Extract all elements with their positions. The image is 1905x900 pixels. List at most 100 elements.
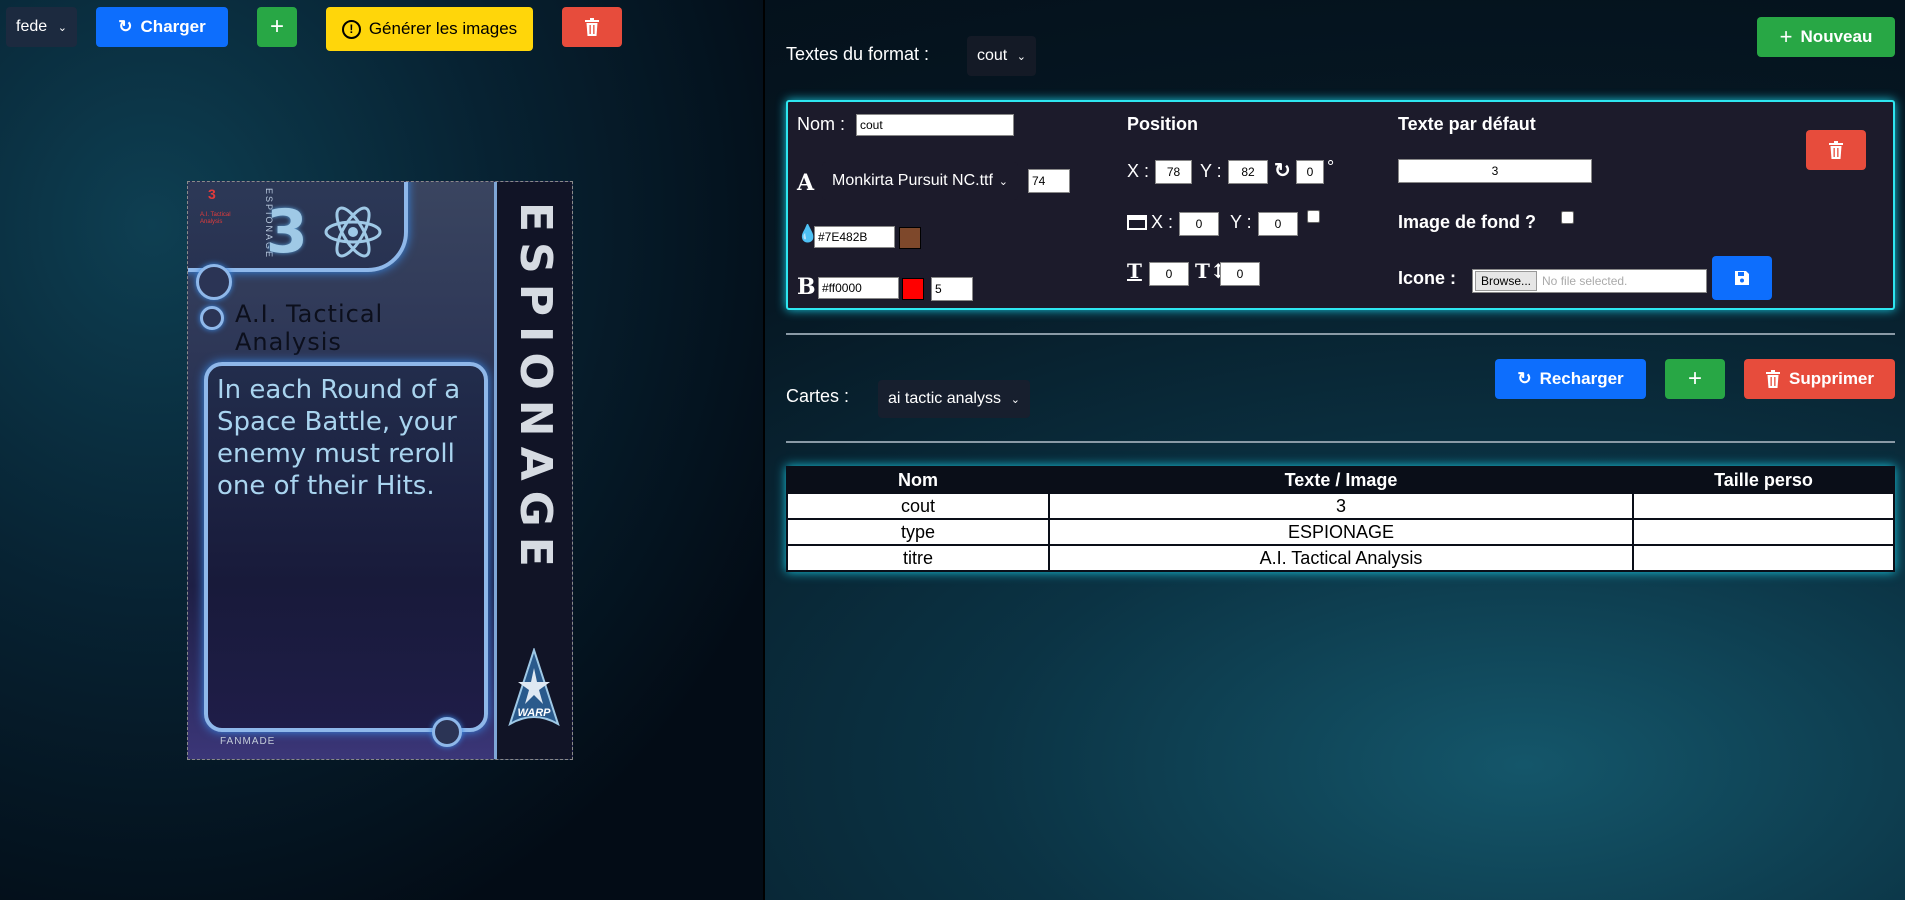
new-button[interactable]: + Nouveau — [1757, 17, 1895, 57]
name-input[interactable]: cout — [856, 114, 1014, 136]
table-cell-size[interactable] — [1632, 544, 1895, 572]
trash-icon — [1765, 370, 1780, 388]
box-checkbox[interactable] — [1307, 210, 1320, 223]
chevron-down-icon: ⌄ — [998, 175, 1008, 188]
box-x-label: X : — [1151, 212, 1174, 232]
add-button[interactable]: + — [257, 7, 297, 47]
bg-image-label: Image de fond ? — [1398, 212, 1537, 232]
table-cell-size[interactable] — [1632, 518, 1895, 546]
card-text: In each Round of a Space Battle, your en… — [217, 375, 461, 501]
font-size-input[interactable]: 74 — [1028, 169, 1070, 193]
border-icon: B — [797, 274, 816, 300]
format-select[interactable]: cout ⌄ — [967, 36, 1036, 76]
column-header-size: Taille perso — [1632, 466, 1895, 494]
warning-circle-icon: ! — [341, 19, 361, 39]
border-color-input[interactable]: #ff0000 — [818, 277, 899, 299]
plus-icon: + — [269, 13, 284, 40]
card-text-box: In each Round of a Space Battle, your en… — [204, 362, 488, 732]
font-select[interactable]: Monkirta Pursuit NC.ttf ⌄ — [822, 162, 1018, 200]
panel-divider — [763, 0, 765, 900]
load-label: Charger — [140, 17, 206, 36]
set-select[interactable]: fede ⌄ — [6, 7, 77, 47]
delete-text-button[interactable] — [1806, 130, 1866, 170]
card-preview: 3 A.I. Tactical Analysis ESPIONAGE 3 A.I… — [187, 181, 573, 760]
icon-label: Icone : — [1398, 268, 1457, 288]
box-icon — [1127, 215, 1147, 230]
card-ornament-circle — [196, 264, 232, 300]
chevron-down-icon: ⌄ — [57, 21, 67, 34]
default-text-input[interactable]: 3 — [1398, 159, 1592, 183]
format-select-value: cout — [977, 47, 1008, 64]
name-label: Nom : — [797, 114, 846, 134]
column-header-text: Texte / Image — [1048, 466, 1634, 494]
reload-label: Recharger — [1539, 369, 1624, 388]
section-divider — [786, 333, 1895, 335]
icon-file-input[interactable]: Browse... No file selected. — [1472, 269, 1707, 293]
delete-card-label: Supprimer — [1788, 369, 1875, 388]
bg-image-checkbox[interactable] — [1561, 211, 1574, 224]
reload-button[interactable]: ↻ Recharger — [1495, 359, 1646, 399]
font-icon: A — [797, 170, 815, 196]
box-y-input[interactable]: 0 — [1258, 212, 1298, 236]
box-x-input[interactable]: 0 — [1179, 212, 1219, 236]
table-cell-text[interactable]: 3 — [1048, 492, 1634, 520]
table-cell-text[interactable]: A.I. Tactical Analysis — [1048, 544, 1634, 572]
degree-label: ° — [1327, 157, 1335, 177]
save-icon — [1735, 271, 1749, 285]
rotation-input[interactable]: 0 — [1296, 160, 1324, 184]
card-mini-label: A.I. Tactical Analysis — [200, 212, 231, 225]
table-row[interactable]: titre A.I. Tactical Analysis — [786, 544, 1895, 572]
card-type: ESPIONAGE — [510, 202, 561, 577]
load-button[interactable]: ↻ Charger — [96, 7, 228, 47]
save-icon-button[interactable] — [1712, 256, 1772, 300]
chevron-down-icon: ⌄ — [1010, 393, 1020, 406]
color-input[interactable]: #7E482B — [814, 226, 895, 248]
color-swatch[interactable] — [899, 227, 921, 249]
box-y-label: Y : — [1230, 212, 1252, 232]
text-b-input[interactable]: 0 — [1220, 262, 1260, 286]
warp-logo-text: WARP — [518, 707, 552, 719]
card-title: A.I. Tactical Analysis — [235, 300, 384, 356]
chevron-down-icon: ⌄ — [1016, 50, 1026, 63]
y-label: Y : — [1200, 161, 1222, 181]
file-status: No file selected. — [1542, 274, 1628, 288]
trash-icon — [585, 18, 599, 36]
x-input[interactable]: 78 — [1155, 160, 1192, 184]
y-input[interactable]: 82 — [1228, 160, 1268, 184]
x-label: X : — [1127, 161, 1150, 181]
default-text-label: Texte par défaut — [1398, 114, 1536, 134]
table-row[interactable]: cout 3 — [786, 492, 1895, 520]
table-cell-name[interactable]: cout — [786, 492, 1050, 520]
atom-icon — [324, 206, 382, 258]
position-label: Position — [1127, 114, 1198, 134]
generate-images-button[interactable]: ! Générer les images — [326, 7, 533, 51]
warp-logo: WARP — [508, 648, 560, 727]
border-color-swatch[interactable] — [902, 278, 924, 300]
cards-select[interactable]: ai tactic analyss ⌄ — [878, 380, 1030, 418]
text-height-icon: T — [1127, 259, 1142, 283]
delete-card-button[interactable]: Supprimer — [1744, 359, 1895, 399]
add-card-button[interactable]: + — [1665, 359, 1725, 399]
set-select-value: fede — [16, 18, 48, 35]
border-size-input[interactable]: 5 — [931, 277, 973, 301]
browse-button[interactable]: Browse... — [1475, 271, 1538, 291]
table-cell-name[interactable]: titre — [786, 544, 1050, 572]
card-ornament-circle — [432, 717, 462, 747]
trash-icon — [1829, 141, 1843, 159]
table-cell-size[interactable] — [1632, 492, 1895, 520]
reload-icon: ↻ — [118, 17, 133, 36]
table-row[interactable]: type ESPIONAGE — [786, 518, 1895, 546]
table-cell-name[interactable]: type — [786, 518, 1050, 546]
text-a-input[interactable]: 0 — [1149, 262, 1189, 286]
table-cell-text[interactable]: ESPIONAGE — [1048, 518, 1634, 546]
card-ornament-circle — [200, 306, 224, 330]
table-header-row: Nom Texte / Image Taille perso — [786, 466, 1895, 494]
delete-button[interactable] — [562, 7, 622, 47]
card-texts-table: Nom Texte / Image Taille perso cout 3 ty… — [786, 466, 1895, 572]
plus-icon: + — [1779, 24, 1793, 49]
reload-icon: ↻ — [1517, 369, 1532, 388]
card-mini-cost: 3 — [208, 186, 216, 202]
section-divider — [786, 441, 1895, 443]
text-format-editor: Nom : cout A Monkirta Pursuit NC.ttf ⌄ 7… — [786, 100, 1895, 310]
cards-label: Cartes : — [786, 386, 850, 406]
